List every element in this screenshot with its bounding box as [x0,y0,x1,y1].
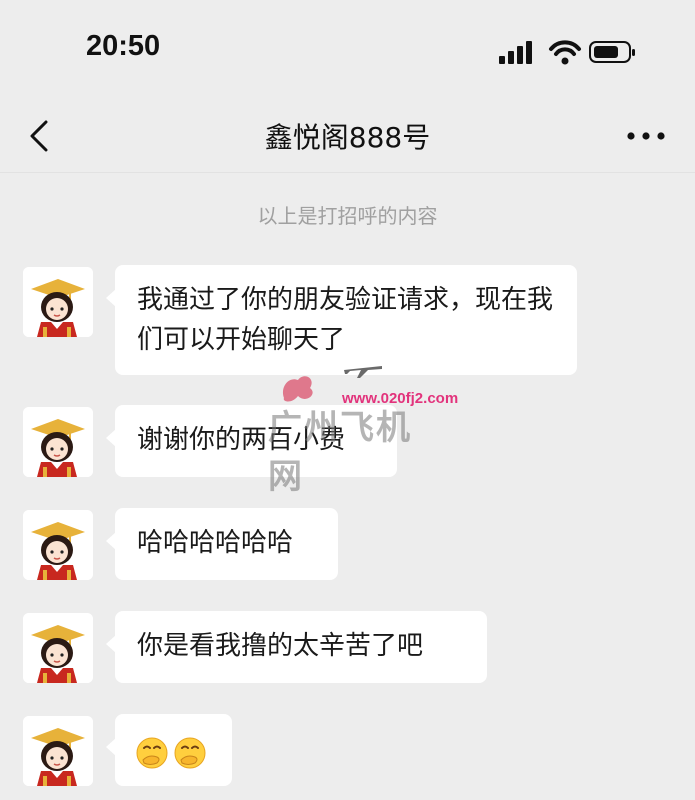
chat-title: 鑫悦阁888号 [264,121,431,154]
avatar[interactable] [23,267,93,337]
flower-logo-icon [282,376,313,402]
status-bar: 20:50 [0,0,695,100]
message-bubble[interactable]: 哈哈哈哈哈哈 [106,508,338,580]
avatar-illustration [23,407,93,477]
avatar[interactable] [23,407,93,477]
hand-over-mouth-emoji [136,737,168,768]
message-bubble[interactable]: 谢谢你的两百小费 [106,405,397,477]
chat-header: 鑫悦阁888号 [0,100,695,173]
avatar-illustration [23,613,93,683]
message-text: 我通过了你的朋友验证请求，现在我们可以开始聊天了 [137,285,554,355]
avatar[interactable] [23,510,93,580]
message-text: 谢谢你的两百小费 [137,425,346,455]
avatar-illustration [23,716,93,786]
message-bubble[interactable]: 你是看我撸的太辛苦了吧 [106,611,487,683]
status-icons [499,40,635,65]
message-bubble[interactable] [106,714,232,786]
signal-icon [499,41,532,64]
message-bubble[interactable]: 我通过了你的朋友验证请求，现在我们可以开始聊天了 [106,265,577,375]
wifi-icon [549,40,581,65]
message-text: 你是看我撸的太辛苦了吧 [137,631,424,661]
battery-icon [589,41,635,63]
system-message: 以上是打招呼的内容 [257,204,438,228]
avatar[interactable] [23,613,93,683]
avatar-illustration [23,510,93,580]
message-text: 哈哈哈哈哈哈 [137,528,294,558]
avatar-illustration [23,267,93,337]
avatar[interactable] [23,716,93,786]
more-horizontal-icon[interactable] [626,126,666,146]
hand-over-mouth-emoji [174,737,206,768]
status-time: 20:50 [86,30,161,62]
